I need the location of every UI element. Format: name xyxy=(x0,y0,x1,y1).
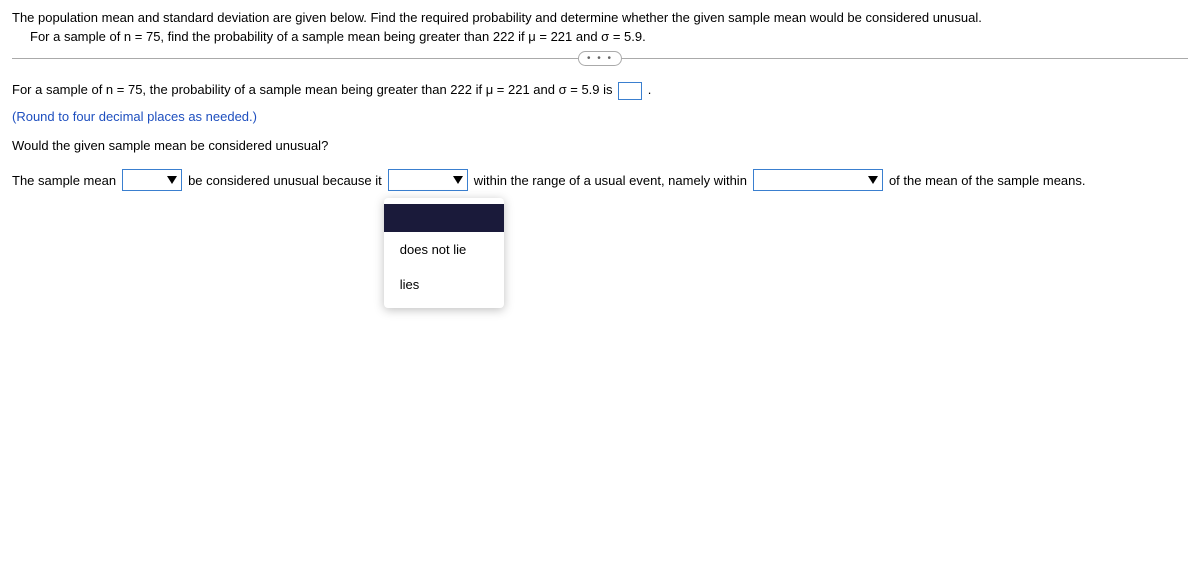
answer-period: . xyxy=(648,82,652,97)
fill-text-3: within the range of a usual event, namel… xyxy=(474,173,747,188)
rounding-note: (Round to four decimal places as needed.… xyxy=(12,109,1188,124)
dropdown-option-blank[interactable] xyxy=(384,204,504,232)
dropdown-2[interactable]: does not lie lies xyxy=(388,169,468,191)
section-divider: • • • xyxy=(12,58,1188,59)
dropdown-option-lies[interactable]: lies xyxy=(384,267,504,302)
expand-pill[interactable]: • • • xyxy=(578,51,622,66)
dropdown-option-does-not-lie[interactable]: does not lie xyxy=(384,232,504,267)
dropdown-1[interactable] xyxy=(122,169,182,191)
fill-text-2: be considered unusual because it xyxy=(188,173,382,188)
answer-prompt: For a sample of n = 75, the probability … xyxy=(12,82,616,97)
chevron-down-icon xyxy=(453,176,463,184)
chevron-down-icon xyxy=(167,176,177,184)
question-line-1: The population mean and standard deviati… xyxy=(12,10,1188,25)
fill-text-1: The sample mean xyxy=(12,173,116,188)
probability-input[interactable] xyxy=(618,82,642,100)
unusual-question: Would the given sample mean be considere… xyxy=(12,138,1188,153)
fill-text-4: of the mean of the sample means. xyxy=(889,173,1086,188)
chevron-down-icon xyxy=(868,176,878,184)
question-line-2: For a sample of n = 75, find the probabi… xyxy=(30,29,1188,44)
dropdown-3[interactable] xyxy=(753,169,883,191)
dropdown-2-menu: does not lie lies xyxy=(384,198,504,308)
